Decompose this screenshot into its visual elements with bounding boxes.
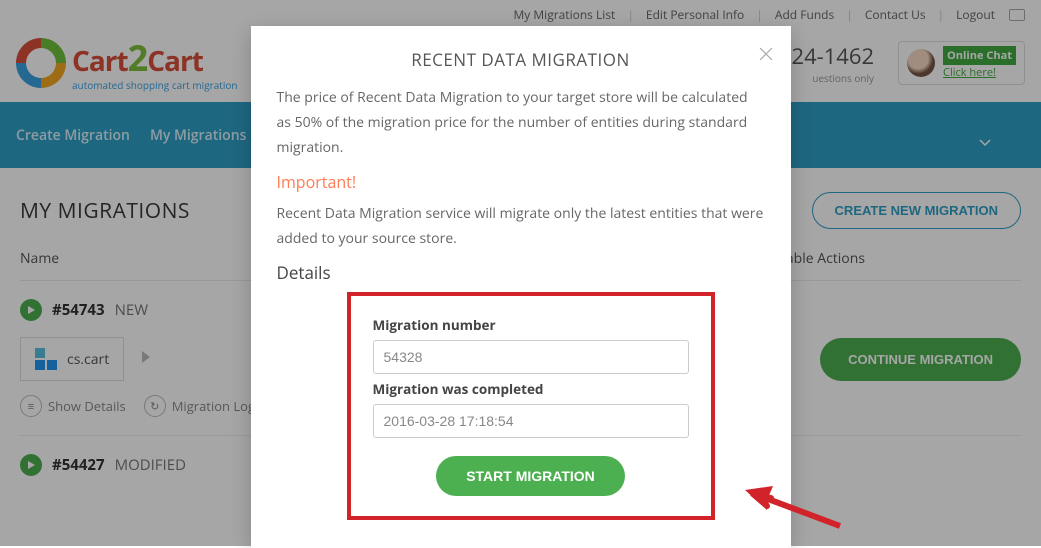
- start-migration-button[interactable]: START MIGRATION: [436, 456, 625, 496]
- modal-intro-text: The price of Recent Data Migration to yo…: [277, 85, 765, 161]
- details-form: Migration number Migration was completed…: [347, 292, 715, 520]
- close-icon[interactable]: [759, 44, 773, 66]
- migration-number-input[interactable]: [373, 340, 689, 374]
- recent-data-migration-modal: RECENT DATA MIGRATION The price of Recen…: [251, 26, 791, 548]
- migration-completed-label: Migration was completed: [373, 380, 689, 398]
- important-text: Recent Data Migration service will migra…: [277, 201, 765, 251]
- migration-completed-input[interactable]: [373, 404, 689, 438]
- annotation-arrow-icon: [745, 486, 845, 541]
- important-heading: Important!: [277, 171, 765, 193]
- modal-title: RECENT DATA MIGRATION: [277, 48, 765, 71]
- details-heading: Details: [277, 261, 765, 284]
- migration-number-label: Migration number: [373, 316, 689, 334]
